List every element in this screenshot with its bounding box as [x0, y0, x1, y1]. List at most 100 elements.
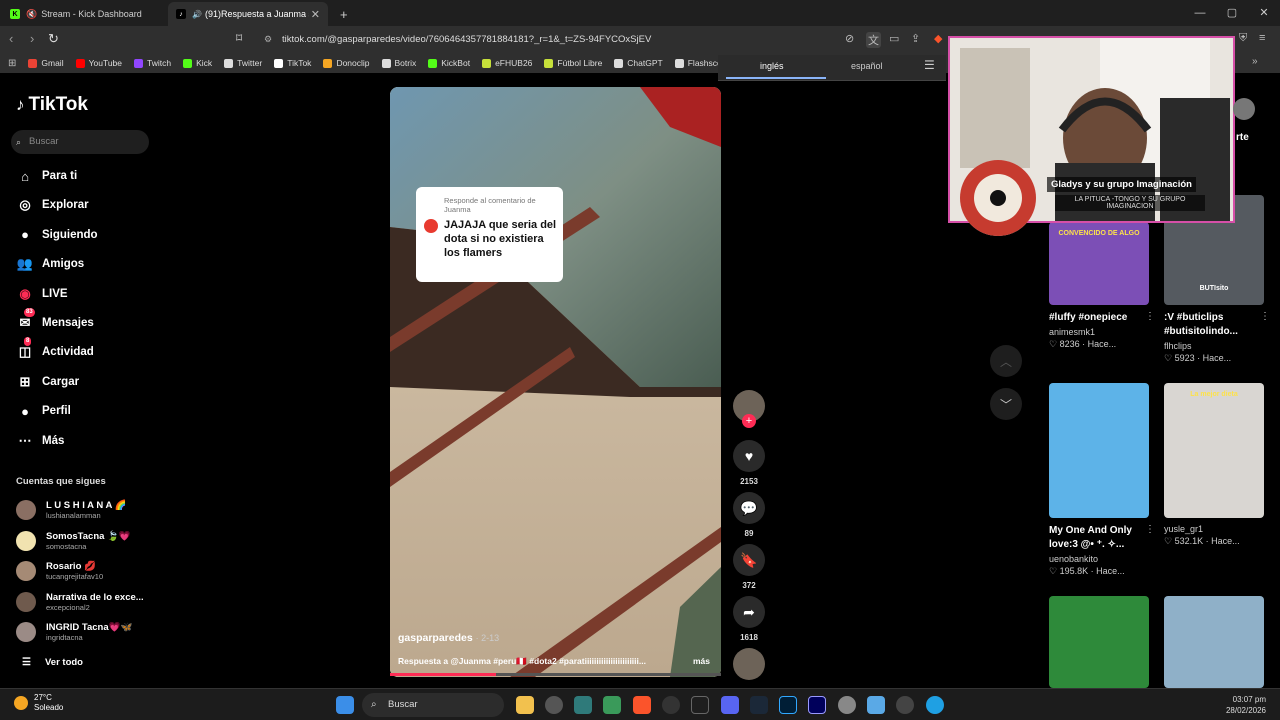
- bookmark-icon[interactable]: ⌑: [236, 31, 242, 45]
- video-thumbnail[interactable]: CONVENCIDO DE ALGO: [1049, 222, 1149, 305]
- see-all-button[interactable]: ☰ Ver todo: [22, 657, 83, 668]
- bookmark-item[interactable]: Fútbol Libre: [544, 58, 602, 68]
- no-tracking-icon[interactable]: ⊘: [845, 32, 854, 45]
- video-thumbnail[interactable]: [1164, 596, 1264, 688]
- discord-icon[interactable]: [721, 696, 739, 714]
- recommended-video-card[interactable]: [1049, 596, 1149, 688]
- nav-item[interactable]: ◫ 8 Actividad: [16, 337, 94, 363]
- previous-video-button[interactable]: ︿: [990, 345, 1022, 377]
- recommended-video-card[interactable]: CONVENCIDO DE ALGO #luffy #onepiece ⋮ anime…: [1049, 222, 1155, 350]
- vpn-shield-icon[interactable]: ⛨: [1239, 32, 1247, 45]
- reload-icon[interactable]: ↻: [48, 31, 59, 47]
- edge-icon[interactable]: [926, 696, 944, 714]
- recommended-video-card[interactable]: My One And Only love:3 @• ⁺. ✧... ⋮ uenoba…: [1049, 383, 1155, 577]
- lang-spanish[interactable]: español: [851, 61, 883, 71]
- bookmark-item[interactable]: YouTube: [75, 58, 122, 68]
- followed-account[interactable]: Rosario 💋 tucangrejitafav10: [16, 558, 103, 584]
- recommended-video-card[interactable]: La mejor dieta yusle_gr1 ♡ 532.1K · Hace..…: [1164, 383, 1264, 547]
- weather-widget[interactable]: 27°C Soleado: [14, 693, 63, 713]
- video-player[interactable]: [390, 87, 721, 677]
- card-username[interactable]: flhclips: [1164, 341, 1264, 351]
- tab-kick-dashboard[interactable]: K 🔇 Stream - Kick Dashboard: [2, 2, 168, 26]
- app-icon-3[interactable]: [603, 696, 621, 714]
- cast-icon[interactable]: ▭: [889, 32, 899, 45]
- windows-start-icon[interactable]: [336, 696, 354, 714]
- card-username[interactable]: uenobankito: [1049, 554, 1149, 564]
- nav-item[interactable]: ⌂ Para ti: [16, 165, 77, 187]
- video-author[interactable]: gasparparedes · 2-13: [398, 632, 499, 644]
- settings-gear-icon[interactable]: [838, 696, 856, 714]
- nav-item[interactable]: ◉ LIVE: [16, 283, 67, 305]
- back-icon[interactable]: ‹: [9, 31, 13, 46]
- bookmarks-overflow-icon[interactable]: »: [1252, 56, 1258, 67]
- apps-grid-icon[interactable]: ⊞: [8, 58, 16, 69]
- card-title[interactable]: My One And Only love:3 @• ⁺. ✧...: [1049, 524, 1149, 552]
- menu-icon[interactable]: ≡: [1259, 32, 1265, 44]
- obs-icon[interactable]: [691, 696, 709, 714]
- bookmark-item[interactable]: KickBot: [428, 58, 470, 68]
- taskbar-search[interactable]: ⌕ Buscar: [362, 693, 504, 717]
- bookmark-item[interactable]: Donoclip: [323, 58, 370, 68]
- tab-tiktok-video[interactable]: ♪ 🔊 (91)Respuesta a Juanma sobr ✕: [168, 2, 328, 26]
- bookmark-item[interactable]: TikTok: [274, 58, 311, 68]
- translate-menu-icon[interactable]: ☰: [924, 58, 935, 72]
- bookmark-item[interactable]: Twitter: [224, 58, 262, 68]
- card-username[interactable]: yusle_gr1: [1164, 524, 1264, 534]
- card-more-icon[interactable]: ⋮: [1145, 311, 1155, 322]
- video-thumbnail[interactable]: [1049, 383, 1149, 518]
- sound-disc-button[interactable]: [733, 648, 765, 680]
- card-more-icon[interactable]: ⋮: [1260, 311, 1270, 322]
- video-thumbnail[interactable]: [1049, 596, 1149, 688]
- followed-account[interactable]: L U S H I A N A 🌈 lushianalamman: [16, 497, 126, 523]
- followed-account[interactable]: INGRID Tacna💗🦋 ingridtacna: [16, 619, 132, 645]
- bookmark-item[interactable]: Twitch: [134, 58, 171, 68]
- bookmark-item[interactable]: Botrix: [381, 58, 416, 68]
- card-more-icon[interactable]: ⋮: [1145, 524, 1155, 535]
- card-username[interactable]: animesmk1: [1049, 327, 1149, 337]
- brave-shield-icon[interactable]: ◆: [934, 32, 942, 45]
- url-field[interactable]: ⚙ tiktok.com/@gasparparedes/video/760646…: [256, 29, 946, 50]
- bookmark-item[interactable]: Kick: [183, 58, 212, 68]
- video-thumbnail[interactable]: La mejor dieta: [1164, 383, 1264, 518]
- app-icon-1[interactable]: [545, 696, 563, 714]
- share-icon[interactable]: ⇪: [911, 32, 920, 45]
- card-title[interactable]: :V #buticlips #butisitolindo...: [1164, 311, 1264, 339]
- photoshop-icon[interactable]: [779, 696, 797, 714]
- system-clock[interactable]: 03:07 pm 28/02/2026: [1226, 694, 1266, 716]
- close-window-icon[interactable]: ✕: [1248, 0, 1280, 26]
- forward-icon[interactable]: ›: [30, 31, 34, 46]
- brave-browser-icon[interactable]: [633, 696, 651, 714]
- author-name[interactable]: gasparparedes: [398, 632, 473, 644]
- creator-avatar-button[interactable]: +: [733, 390, 765, 428]
- maximize-icon[interactable]: ▢: [1216, 0, 1248, 26]
- site-info-icon[interactable]: ⚙: [264, 29, 272, 50]
- nav-item[interactable]: 👥 Amigos: [16, 253, 84, 275]
- share-button[interactable]: ➦ 1618: [733, 596, 765, 642]
- close-tab-icon[interactable]: ✕: [311, 8, 320, 21]
- nav-item[interactable]: ● Siguiendo: [16, 224, 98, 246]
- nav-item[interactable]: ⋯ Más: [16, 430, 65, 452]
- nav-item[interactable]: ◎ Explorar: [16, 194, 88, 216]
- tiktok-logo[interactable]: ♪ TikTok: [16, 94, 88, 116]
- file-explorer-icon[interactable]: [516, 696, 534, 714]
- lang-english[interactable]: inglés: [760, 61, 784, 71]
- bookmark-item[interactable]: Gmail: [28, 58, 64, 68]
- steam-icon[interactable]: [750, 696, 768, 714]
- new-tab-button[interactable]: +: [332, 2, 352, 26]
- premiere-icon[interactable]: [808, 696, 826, 714]
- like-button[interactable]: ♥ 2153: [733, 440, 765, 486]
- media-icon[interactable]: [896, 696, 914, 714]
- app-icon-2[interactable]: [574, 696, 592, 714]
- comment-button[interactable]: 💬 89: [733, 492, 765, 538]
- card-title[interactable]: #luffy #onepiece: [1049, 311, 1149, 325]
- save-button[interactable]: 🔖 372: [733, 544, 765, 590]
- translate-icon[interactable]: 文: [866, 32, 881, 48]
- recommended-video-card[interactable]: [1164, 596, 1264, 688]
- media-player-icon[interactable]: [662, 696, 680, 714]
- bookmark-item[interactable]: ChatGPT: [614, 58, 663, 68]
- nav-item[interactable]: ✉ 83 Mensajes: [16, 308, 94, 334]
- next-video-button[interactable]: ﹀: [990, 388, 1022, 420]
- follow-plus-icon[interactable]: +: [742, 414, 756, 428]
- video-progress-bar[interactable]: [390, 673, 721, 676]
- search-input[interactable]: ⌕ Buscar: [11, 130, 149, 154]
